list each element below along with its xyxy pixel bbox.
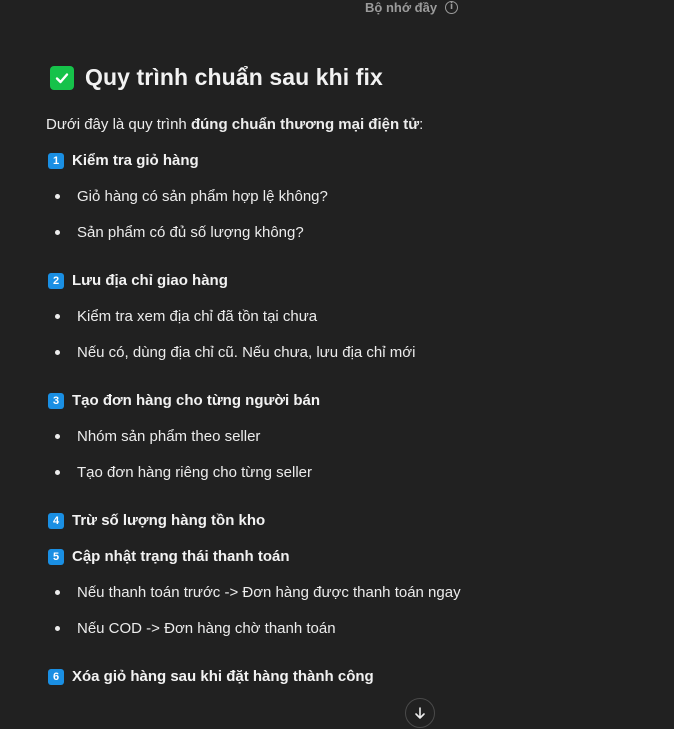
- list-item-text: Nếu thanh toán trước -> Đơn hàng được th…: [77, 584, 461, 601]
- bullet-dot: [55, 194, 60, 199]
- list-item: Nếu thanh toán trước -> Đơn hàng được th…: [55, 584, 461, 601]
- list-item: Nếu COD -> Đơn hàng chờ thanh toán: [55, 620, 336, 637]
- scroll-to-bottom-button[interactable]: [405, 698, 435, 728]
- step-4-heading: 4 Trừ số lượng hàng tồn kho: [48, 512, 265, 529]
- keycap-2-icon: 2: [48, 272, 64, 289]
- step-6-heading: 6 Xóa giỏ hàng sau khi đặt hàng thành cô…: [48, 668, 374, 685]
- keycap-3-icon: 3: [48, 392, 64, 409]
- step-5-heading: 5 Cập nhật trạng thái thanh toán: [48, 548, 290, 565]
- keycap-4-icon: 4: [48, 512, 64, 529]
- list-item-text: Nếu COD -> Đơn hàng chờ thanh toán: [77, 620, 336, 637]
- step-2-heading: 2 Lưu địa chỉ giao hàng: [48, 272, 228, 289]
- bullet-dot: [55, 350, 60, 355]
- list-item: Tạo đơn hàng riêng cho từng seller: [55, 464, 312, 481]
- bullet-dot: [55, 626, 60, 631]
- heading-title: Quy trình chuẩn sau khi fix: [85, 64, 383, 90]
- bullet-dot: [55, 314, 60, 319]
- bullet-dot: [55, 590, 60, 595]
- bullet-dot: [55, 230, 60, 235]
- section-heading: Quy trình chuẩn sau khi fix: [50, 64, 383, 91]
- step-2-title: Lưu địa chỉ giao hàng: [72, 272, 228, 289]
- list-item: Nhóm sản phẩm theo seller: [55, 428, 260, 445]
- step-3-title: Tạo đơn hàng cho từng người bán: [72, 392, 321, 409]
- step-6-title: Xóa giỏ hàng sau khi đặt hàng thành công: [72, 668, 374, 685]
- check-mark-button-icon: [50, 65, 74, 90]
- arrow-down-icon: [415, 707, 425, 719]
- keycap-1-icon: 1: [48, 152, 64, 169]
- step-5-title: Cập nhật trạng thái thanh toán: [72, 548, 290, 565]
- list-item: Nếu có, dùng địa chỉ cũ. Nếu chưa, lưu đ…: [55, 344, 415, 361]
- step-3-heading: 3 Tạo đơn hàng cho từng người bán: [48, 392, 320, 409]
- intro-bold: đúng chuẩn thương mại điện tử: [190, 116, 420, 133]
- bullet-dot: [55, 434, 60, 439]
- intro-suffix: :: [419, 116, 424, 133]
- bullet-dot: [55, 470, 60, 475]
- list-item: Kiểm tra xem địa chỉ đã tồn tại chưa: [55, 308, 317, 325]
- keycap-5-icon: 5: [48, 548, 64, 565]
- list-item: Giỏ hàng có sản phẩm hợp lệ không?: [55, 188, 328, 205]
- keycap-6-icon: 6: [48, 668, 64, 685]
- list-item-text: Nếu có, dùng địa chỉ cũ. Nếu chưa, lưu đ…: [77, 344, 416, 361]
- memory-notice[interactable]: Bộ nhớ đầy i: [365, 0, 459, 15]
- intro-prefix: Dưới đây là quy trình: [46, 116, 191, 133]
- list-item-text: Kiểm tra xem địa chỉ đã tồn tại chưa: [77, 308, 318, 325]
- step-4-title: Trừ số lượng hàng tồn kho: [72, 512, 266, 529]
- list-item: Sản phẩm có đủ số lượng không?: [55, 224, 304, 241]
- info-icon[interactable]: i: [445, 0, 459, 14]
- intro-paragraph: Dưới đây là quy trình đúng chuẩn thương …: [46, 116, 423, 133]
- list-item-text: Tạo đơn hàng riêng cho từng seller: [77, 464, 313, 481]
- step-1-heading: 1 Kiểm tra giỏ hàng: [48, 152, 199, 169]
- step-1-title: Kiểm tra giỏ hàng: [72, 152, 199, 169]
- list-item-text: Nhóm sản phẩm theo seller: [77, 428, 261, 445]
- list-item-text: Sản phẩm có đủ số lượng không?: [77, 224, 304, 241]
- list-item-text: Giỏ hàng có sản phẩm hợp lệ không?: [77, 188, 328, 205]
- memory-full-label: Bộ nhớ đầy: [365, 0, 438, 15]
